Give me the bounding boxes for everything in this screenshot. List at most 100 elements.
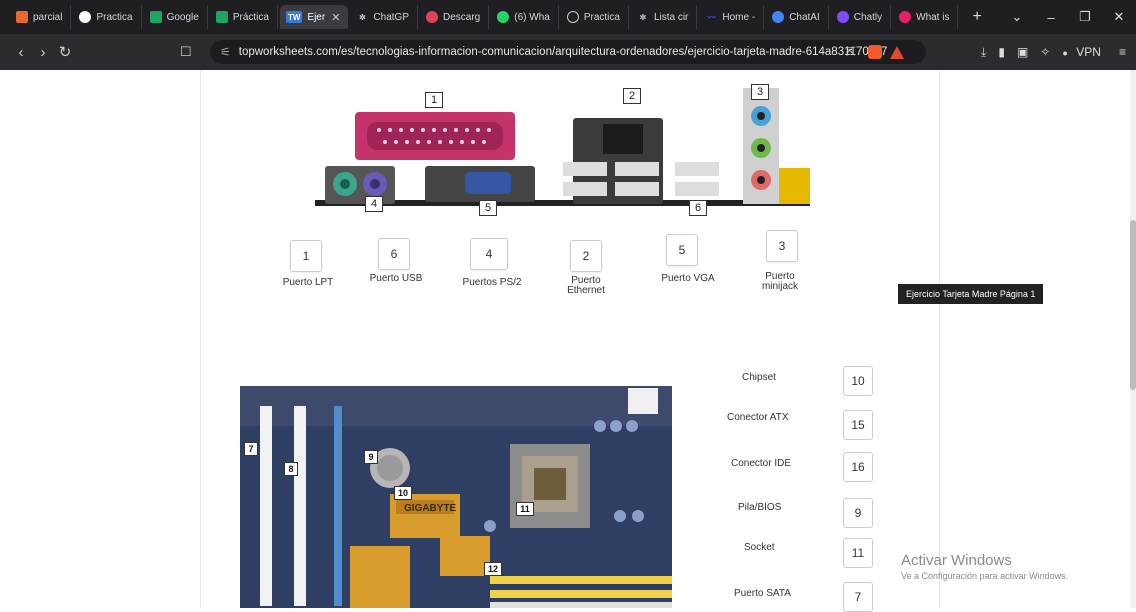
tab-practica-classroom[interactable]: Práctica [210,5,278,29]
tooltip: Ejercicio Tarjeta Madre Página 1 [898,284,1044,304]
tab-google[interactable]: Google [144,5,208,29]
tab-whatsapp[interactable]: (6) Wha [491,5,559,29]
label-lpt: Puerto LPT [282,277,334,288]
tab-label: (6) Wha [514,11,550,23]
topworksheets-icon: TW [285,11,303,23]
io-callout-5: 5 [479,200,497,216]
answer-box-lpt[interactable]: 1 [290,240,322,272]
answer-box-bios[interactable]: 9 [843,498,873,528]
mb-callout-11: 11 [516,502,534,516]
windows-activation-notice: Activar Windows Ve a Configuración para … [901,552,1068,581]
page-content: 1 2 3 4 5 6 1 Puerto LPT 6 Puerto USB 4 … [0,70,1136,612]
io-callout-1: 1 [425,92,443,108]
label-usb: Puerto USB [369,273,423,284]
reload-icon[interactable]: ↻ [54,43,76,61]
answer-box-socket[interactable]: 11 [843,538,873,568]
menu-icon[interactable]: ≡ [1119,45,1126,59]
tab-label: Ejer [307,11,326,23]
sidebar-icon[interactable]: ▮ [998,45,1005,59]
tab-chatai[interactable]: ChatAI [766,5,829,29]
close-tab-icon[interactable]: ✕ [331,11,340,24]
tab-strip: parcial Practica Google Práctica TW Ejer ✕… [0,0,1136,34]
io-callout-3: 3 [751,84,769,100]
label-ethernet: Puerto Ethernet [567,275,605,296]
label-ide: Conector IDE [731,458,792,469]
answer-box-minijack[interactable]: 3 [766,230,798,262]
mb-callout-9: 9 [364,450,378,464]
restore-icon[interactable]: ❐ [1068,9,1102,25]
label-bios: Pila/BIOS [738,502,782,513]
google-sheets-icon [149,11,162,23]
label-minijack: Puerto minijack [761,271,799,292]
scrollbar-thumb[interactable] [1130,220,1136,390]
answer-box-ide[interactable]: 16 [843,452,873,482]
tab-label: Practica [583,11,620,23]
motherboard-drawing: GIGABYTE [240,386,672,608]
label-socket: Socket [744,542,775,553]
label-chipset: Chipset [742,372,776,383]
chatai-icon [772,11,785,23]
vpn-button[interactable]: ● VPN [1062,45,1107,59]
minimize-icon[interactable]: – [1034,10,1068,25]
extensions-icon[interactable]: ✧ [1040,45,1050,59]
tab-ejercicio-active[interactable]: TW Ejer ✕ [279,5,349,29]
gitlab-icon [16,11,28,23]
wallet-icon[interactable]: ▣ [1017,45,1028,59]
tab-label: Descarg [443,11,481,23]
classroom-icon [215,11,228,23]
tab-home[interactable]: 〰 Home - [699,5,765,29]
tab-what-is[interactable]: What is [893,5,959,29]
content-right-border [939,70,940,608]
tab-label: parcial [33,11,63,23]
label-vga: Puerto VGA [661,273,715,284]
tab-chatgpt[interactable]: ✲ ChatGP [350,5,418,29]
answer-box-ps2[interactable]: 4 [470,238,508,270]
answer-box-atx[interactable]: 15 [843,410,873,440]
back-icon[interactable]: ‹ [10,44,32,61]
brave-shields-icon[interactable] [868,45,882,59]
io-callout-2: 2 [623,88,641,104]
tab-list-chevron-icon[interactable]: ⌄ [1000,9,1034,25]
tab-label: ChatAI [789,11,820,23]
tab-label: Lista cir [653,11,689,23]
download-icon[interactable]: ⤓ [981,45,986,60]
tab-lista[interactable]: ✲ Lista cir [631,5,698,29]
mb-callout-12: 12 [484,562,502,576]
tab-descargas[interactable]: Descarg [420,5,490,29]
tab-label: Home - [722,11,756,23]
navigation-bar: ‹ › ↻ ☐ ⚟ topworksheets.com/es/tecnologi… [0,34,1136,70]
vpn-label: VPN [1076,45,1101,59]
tab-parcial[interactable]: parcial [10,5,72,29]
tab-practica-github[interactable]: Practica [73,5,142,29]
mb-callout-10: 10 [394,486,412,500]
activation-title: Activar Windows [901,552,1012,569]
brand-label: GIGABYTE [404,503,457,514]
brave-rewards-icon[interactable] [890,45,904,59]
answer-box-ethernet[interactable]: 2 [570,240,602,272]
new-tab-icon[interactable]: + [964,8,989,26]
answer-box-vga[interactable]: 5 [666,234,698,266]
tab-label: ChatGP [373,11,409,23]
close-window-icon[interactable]: ✕ [1102,9,1136,25]
whatsapp-icon [497,11,510,23]
tab-chatly[interactable]: Chatly [831,5,892,29]
io-callout-6: 6 [689,200,707,216]
site-settings-icon[interactable]: ⚟ [220,45,231,59]
tab-label: Google [166,11,199,23]
bookmark-icon[interactable]: ☐ [180,44,192,60]
label-atx: Conector ATX [727,412,789,423]
answer-box-usb[interactable]: 6 [378,238,410,270]
address-bar[interactable]: ⚟ topworksheets.com/es/tecnologias-infor… [210,40,926,64]
forward-icon[interactable]: › [32,44,54,61]
answer-box-chipset[interactable]: 10 [843,366,873,396]
label-ps2: Puertos PS/2 [462,277,522,288]
tab-label: Practica [96,11,133,23]
tab-practica-2[interactable]: Practica [561,5,629,29]
what-is-icon [899,11,912,23]
tab-label: Práctica [232,11,269,23]
share-icon[interactable]: ⇱ [846,45,856,59]
chatly-icon [836,11,849,23]
label-sata: Puerto SATA [734,588,791,599]
io-panel-drawing [315,88,810,206]
io-callout-4: 4 [365,196,383,212]
